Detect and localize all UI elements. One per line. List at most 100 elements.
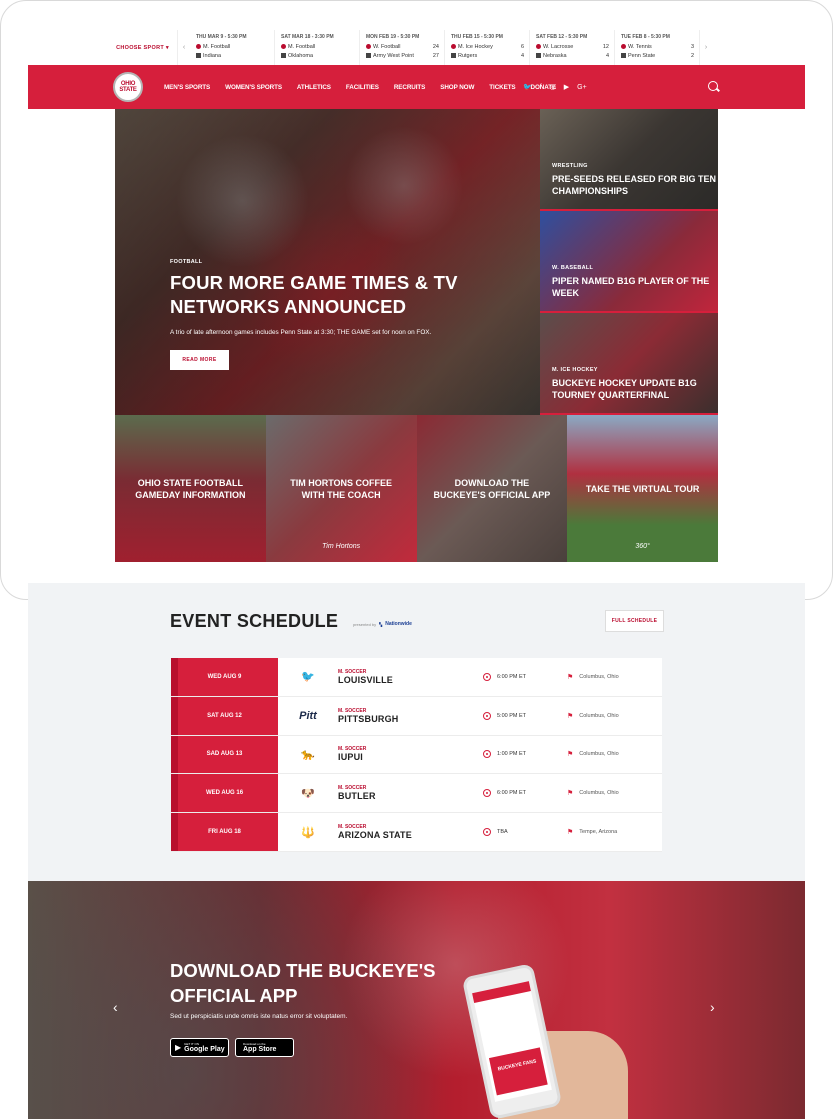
- score-card[interactable]: TUE FEB 8 - 5:30 PM W. Tennis 3 Penn Stat…: [615, 30, 700, 65]
- main-nav: OHIO STATE MEN'S SPORTS WOMEN'S SPORTS A…: [28, 65, 805, 109]
- carousel-next-arrow[interactable]: ›: [710, 999, 715, 1015]
- team-logo-icon: [281, 53, 286, 58]
- scores-bar: CHOOSE SPORT ▾ ‹ THU MAR 9 - 5:30 PM M. …: [108, 30, 718, 65]
- app-store-button[interactable]: Download on the App Store: [235, 1038, 294, 1057]
- event-row[interactable]: SAT AUG 12 Pitt M. SOCCER PITTSBURGH 5:00…: [171, 696, 662, 736]
- side-story[interactable]: M. ICE HOCKEY BUCKEYE HOCKEY UPDATE B1G …: [540, 313, 718, 415]
- score-date: SAT MAR 18 - 3:30 PM: [281, 34, 334, 40]
- nav-womens-sports[interactable]: WOMEN'S SPORTS: [225, 84, 282, 91]
- event-date: WED AUG 16: [171, 774, 278, 813]
- social-links: 🐦 f ◎ ▶ G+: [523, 65, 587, 109]
- score-card[interactable]: SAT MAR 18 - 3:30 PM M. Football Oklahom…: [275, 30, 360, 65]
- score-date: THU FEB 15 - 5:30 PM: [451, 34, 503, 40]
- score-card[interactable]: MON FEB 19 - 5:30 PM W. Football 24 Army …: [360, 30, 445, 65]
- event-row[interactable]: WED AUG 9 🐦 M. SOCCER LOUISVILLE 6:00 PM …: [171, 658, 662, 697]
- clock-icon: [483, 711, 491, 720]
- story-category: FOOTBALL: [170, 259, 203, 265]
- team-logo-icon: [621, 53, 626, 58]
- team-logo-icon: [196, 44, 201, 49]
- promo-tiles: OHIO STATE FOOTBALL GAMEDAY INFORMATION …: [115, 415, 718, 562]
- team-logo-icon: [451, 44, 456, 49]
- search-icon[interactable]: [708, 81, 718, 91]
- store-badges: ▶ GET IT ON Google Play Download on the App…: [170, 1038, 294, 1057]
- event-row[interactable]: SAD AUG 13 🐆 M. SOCCER IUPUI 1:00 PM ET ⚑…: [171, 735, 662, 775]
- event-date: SAD AUG 13: [171, 735, 278, 774]
- nav-shop-now[interactable]: SHOP NOW: [440, 84, 474, 91]
- phone-banner: BUCKEYE FANS: [488, 1047, 548, 1096]
- team-logo-icon: [281, 44, 286, 49]
- full-schedule-button[interactable]: FULL SCHEDULE: [605, 610, 664, 632]
- team-logo-icon: [451, 53, 456, 58]
- featured-story-text: FOOTBALL FOUR MORE GAME TIMES & TV NETWO…: [170, 259, 470, 370]
- play-store-icon: ▶: [175, 1043, 182, 1052]
- clock-icon: [483, 672, 491, 681]
- team-logo-icon: [366, 44, 371, 49]
- promo-tile-tour[interactable]: TAKE THE VIRTUAL TOUR 360°: [567, 415, 718, 562]
- side-story[interactable]: W. BASEBALL PIPER NAMED B1G PLAYER OF TH…: [540, 211, 718, 313]
- score-date: THU MAR 9 - 5:30 PM: [196, 34, 247, 40]
- nav-facilities[interactable]: FACILITIES: [346, 84, 379, 91]
- bulldog-logo-icon: 🐶: [301, 787, 315, 800]
- event-row[interactable]: FRI AUG 18 🔱 M. SOCCER ARIZONA STATE TBA …: [171, 813, 662, 852]
- score-card[interactable]: THU MAR 9 - 5:30 PM M. Football Indiana: [190, 30, 275, 65]
- flag-icon: ⚑: [567, 673, 574, 681]
- opponent-name: ARIZONA STATE: [338, 830, 412, 841]
- active-indicator: [540, 413, 718, 415]
- tim-hortons-logo: Tim Hortons: [322, 543, 361, 550]
- featured-story[interactable]: FOOTBALL FOUR MORE GAME TIMES & TV NETWO…: [115, 109, 540, 415]
- score-card[interactable]: SAT FEB 12 - 5:30 PM W. Lacrosse 12 Nebra…: [530, 30, 615, 65]
- active-indicator: [540, 311, 718, 313]
- side-story-text: WRESTLING PRE-SEEDS RELEASED FOR BIG TEN…: [552, 163, 717, 196]
- facebook-icon[interactable]: f: [540, 84, 542, 91]
- choose-sport-dropdown[interactable]: CHOOSE SPORT ▾: [108, 30, 178, 65]
- phone-mockup: BUCKEYE FANS: [461, 963, 563, 1119]
- promo-tile-coffee[interactable]: TIM HORTONS COFFEE WITH THE COACH Tim Ho…: [265, 415, 417, 562]
- team-logo-icon: [536, 53, 541, 58]
- youtube-icon[interactable]: ▶: [564, 83, 569, 91]
- score-date: MON FEB 19 - 5:30 PM: [366, 34, 420, 40]
- side-story[interactable]: WRESTLING PRE-SEEDS RELEASED FOR BIG TEN…: [540, 109, 718, 211]
- event-schedule-section: EVENT SCHEDULE presented by ▚ Nationwide F…: [28, 583, 805, 881]
- flag-icon: ⚑: [567, 829, 574, 837]
- opponent-name: PITTSBURGH: [338, 713, 399, 724]
- read-more-button[interactable]: READ MORE: [170, 349, 229, 370]
- instagram-icon[interactable]: ◎: [550, 83, 556, 91]
- flag-icon: ⚑: [567, 712, 574, 720]
- promo-tile-app[interactable]: DOWNLOAD THE BUCKEYE'S OFFICIAL APP: [416, 415, 568, 562]
- nav-athletics[interactable]: ATHLETICS: [297, 84, 331, 91]
- google-plus-icon[interactable]: G+: [577, 84, 587, 91]
- sponsor: presented by ▚ Nationwide: [353, 621, 412, 627]
- event-date: SAT AUG 12: [171, 696, 278, 735]
- jaguar-logo-icon: 🐆: [301, 748, 315, 761]
- pitt-logo-icon: Pitt: [299, 709, 317, 722]
- nav-recruits[interactable]: RECRUITS: [394, 84, 425, 91]
- featured-story-description: A trio of late afternoon games includes …: [170, 329, 432, 336]
- flag-icon: ⚑: [567, 751, 574, 759]
- team-logo-icon: [536, 44, 541, 49]
- promo-tile-gameday[interactable]: OHIO STATE FOOTBALL GAMEDAY INFORMATION: [115, 415, 266, 562]
- team-logo-icon: [366, 53, 371, 58]
- scores-prev-arrow[interactable]: ‹: [178, 30, 190, 65]
- app-download-section: ‹ › DOWNLOAD THE BUCKEYE'S OFFICIAL APP …: [28, 881, 805, 1119]
- clock-icon: [483, 789, 491, 798]
- twitter-icon[interactable]: 🐦: [523, 83, 532, 91]
- side-story-text: M. ICE HOCKEY BUCKEYE HOCKEY UPDATE B1G …: [552, 367, 697, 400]
- event-date: FRI AUG 18: [171, 813, 278, 851]
- schedule-heading: EVENT SCHEDULE: [170, 611, 339, 631]
- clock-icon: [483, 750, 491, 759]
- scores-next-arrow[interactable]: ›: [700, 30, 712, 65]
- score-date: SAT FEB 12 - 5:30 PM: [536, 34, 588, 40]
- opponent-name: BUTLER: [338, 791, 376, 802]
- nav-mens-sports[interactable]: MEN'S SPORTS: [164, 84, 210, 91]
- carousel-prev-arrow[interactable]: ‹: [113, 999, 118, 1015]
- nationwide-logo-icon: ▚: [379, 621, 383, 627]
- google-play-button[interactable]: ▶ GET IT ON Google Play: [170, 1038, 229, 1057]
- opponent-name: LOUISVILLE: [338, 674, 394, 685]
- team-logo-icon: [621, 44, 626, 49]
- ohio-state-logo[interactable]: OHIO STATE: [113, 72, 143, 102]
- flag-icon: ⚑: [567, 790, 574, 798]
- clock-icon: [483, 828, 491, 837]
- nav-tickets[interactable]: TICKETS: [489, 84, 515, 91]
- score-card[interactable]: THU FEB 15 - 5:30 PM M. Ice Hockey 6 Rutg…: [445, 30, 530, 65]
- event-row[interactable]: WED AUG 16 🐶 M. SOCCER BUTLER 6:00 PM ET …: [171, 774, 662, 814]
